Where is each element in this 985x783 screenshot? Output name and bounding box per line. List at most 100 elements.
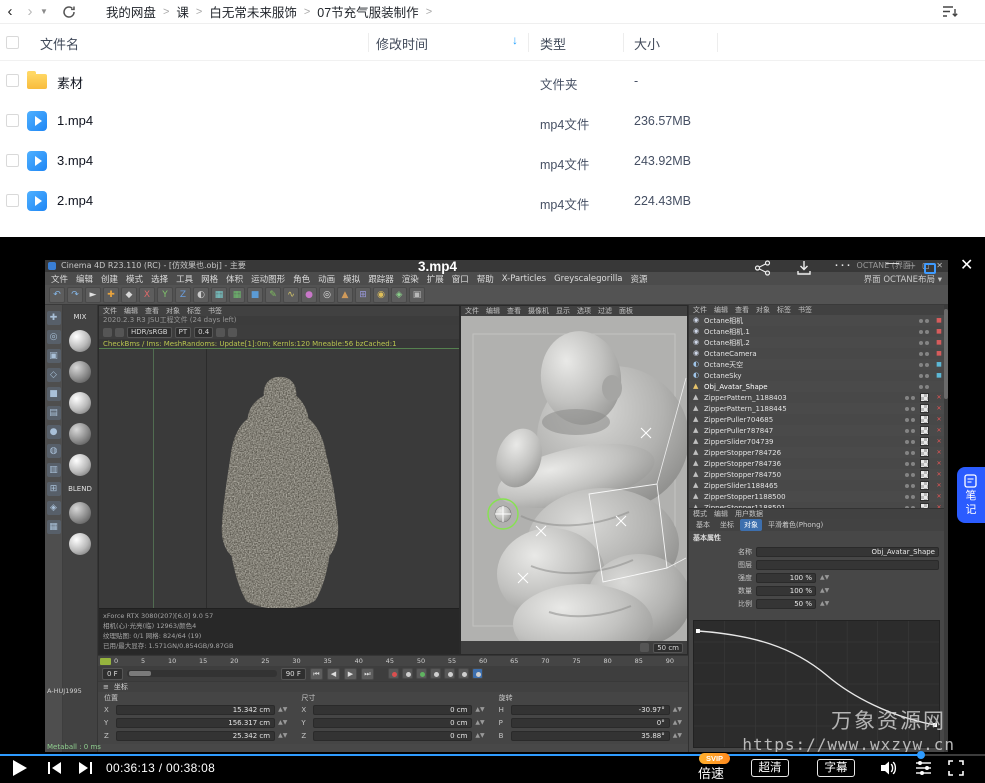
object-name[interactable]: ZipperSlider704739 [704,438,902,446]
coord-field[interactable]: -30.97° [511,705,670,715]
c4d-tool-icon[interactable]: Z [175,287,191,303]
object-tag-icon[interactable] [934,436,944,447]
sort-descending-icon[interactable]: ↓ [512,33,518,47]
timeline-ruler[interactable]: 0 5 10 15 20 25 30 35 40 45 [98,655,688,666]
tab-coords[interactable]: 坐标 [716,519,738,531]
visibility-dots[interactable] [905,429,915,433]
field-value[interactable]: 100 % [756,586,816,596]
object-tag-icon[interactable] [934,370,944,381]
c4d-tool-icon[interactable]: ✚ [103,287,119,303]
next-video-button[interactable] [76,762,94,774]
row-checkbox[interactable] [6,194,19,207]
panel-scrollbar[interactable] [944,305,948,752]
c4d-mode-icon[interactable]: ■ [47,387,61,401]
object-tag-icon[interactable] [934,425,944,436]
material-sphere[interactable] [69,361,91,383]
c4d-mode-icon[interactable]: ▦ [47,520,61,534]
object-manager-menu-item[interactable]: 编辑 [714,305,728,315]
object-row[interactable]: ZipperStopper784736 [689,458,944,469]
autokey-button[interactable] [416,668,427,679]
c4d-mode-icon[interactable]: ⊞ [47,482,61,496]
more-options-icon[interactable]: ··· [834,256,852,273]
object-name[interactable]: ZipperStopper1188500 [704,493,902,501]
object-tag-icon[interactable] [934,348,944,359]
progress-bar[interactable] [0,754,985,756]
viewport-menu-item[interactable]: 摄像机 [528,306,549,316]
c4d-menu-item[interactable]: 编辑 [76,273,93,285]
object-row[interactable]: Octane相机.2 [689,337,944,348]
viewport-menu-item[interactable]: 选项 [577,306,591,316]
visibility-dots[interactable] [905,484,915,488]
object-tag-icon[interactable] [934,359,944,370]
coord-field[interactable]: 0 cm [313,705,472,715]
object-row[interactable]: OctaneSky [689,370,944,381]
material-sphere[interactable] [69,502,91,524]
c4d-mode-icon[interactable]: ◇ [47,368,61,382]
coord-field[interactable]: 15.342 cm [116,705,275,715]
field-value[interactable]: 100 % [756,573,816,583]
quality-button[interactable]: 超清 [751,759,789,777]
go-end-button[interactable]: ⏭ [361,668,374,680]
object-tag-icon[interactable] [934,480,944,491]
file-name[interactable]: 2.mp4 [57,193,93,208]
previous-video-button[interactable] [46,762,64,774]
file-name[interactable]: 1.mp4 [57,113,93,128]
octane-render-canvas[interactable] [99,349,459,608]
coord-field[interactable]: 25.342 cm [116,731,275,741]
object-tag-icon[interactable] [934,392,944,403]
c4d-tool-icon[interactable]: ∿ [283,287,299,303]
tab-object[interactable]: 对象 [740,519,762,531]
c4d-tool-icon[interactable]: ⊞ [355,287,371,303]
viewport-menu-item[interactable]: 显示 [556,306,570,316]
object-row[interactable]: ZipperPuller704685 [689,414,944,425]
visibility-dots[interactable] [919,330,929,334]
object-name[interactable]: ZipperStopper784736 [704,460,902,468]
row-checkbox[interactable] [6,74,19,87]
fullscreen-icon[interactable] [948,760,964,781]
play-button[interactable] [13,760,27,776]
c4d-menu-item[interactable]: 角色 [293,273,310,285]
visibility-dots[interactable] [905,462,915,466]
material-swatch[interactable] [920,437,929,446]
material-swatch[interactable] [920,492,929,501]
material-swatch[interactable] [920,481,929,490]
object-name[interactable]: Octane相机 [704,316,916,326]
coord-field[interactable]: 0 cm [313,718,472,728]
c4d-tool-icon[interactable]: ◉ [373,287,389,303]
c4d-tool-icon[interactable]: ◈ [391,287,407,303]
object-manager-menu-item[interactable]: 查看 [735,305,749,315]
attribute-menu-item[interactable]: 编辑 [714,509,728,519]
viewer-menu-item[interactable]: 标签 [187,306,201,316]
go-start-button[interactable]: ⏮ [310,668,323,680]
viewport-canvas[interactable] [461,316,687,641]
file-row[interactable]: 3.mp4 mp4文件 243.92MB [0,141,985,181]
visibility-dots[interactable] [905,407,915,411]
back-icon[interactable]: ‹ [0,0,20,24]
settings-icon[interactable] [915,760,932,781]
octane-kernel-select[interactable]: PT [175,327,192,338]
material-swatch[interactable] [920,404,929,413]
material-sphere[interactable] [69,392,91,414]
viewer-menu-item[interactable]: 书签 [208,306,222,316]
c4d-menu-item[interactable]: Greyscalegorilla [554,274,622,284]
object-tag-icon[interactable] [934,491,944,502]
key-position-button[interactable] [402,668,413,679]
material-swatch[interactable] [920,393,929,402]
column-header-size[interactable]: 大小 [634,34,660,53]
visibility-dots[interactable] [905,418,915,422]
object-row[interactable]: ZipperPattern_1188403 [689,392,944,403]
c4d-tool-icon[interactable]: ▦ [211,287,227,303]
object-row[interactable]: ZipperStopper784726 [689,447,944,458]
object-name[interactable]: ZipperPuller787847 [704,427,902,435]
row-checkbox[interactable] [6,114,19,127]
object-row[interactable]: ZipperPattern_1188445 [689,403,944,414]
object-name[interactable]: Octane天空 [704,360,916,370]
c4d-menu-item[interactable]: X-Particles [502,274,546,284]
key-param-button[interactable] [458,668,469,679]
c4d-mode-icon[interactable]: ▥ [47,463,61,477]
download-icon[interactable] [796,260,812,276]
octane-colorspace-select[interactable]: HDR/sRGB [127,327,172,338]
octane-tool-icon[interactable] [115,328,124,337]
c4d-mode-icon[interactable]: ● [47,425,61,439]
viewer-menu-item[interactable]: 文件 [103,306,117,316]
